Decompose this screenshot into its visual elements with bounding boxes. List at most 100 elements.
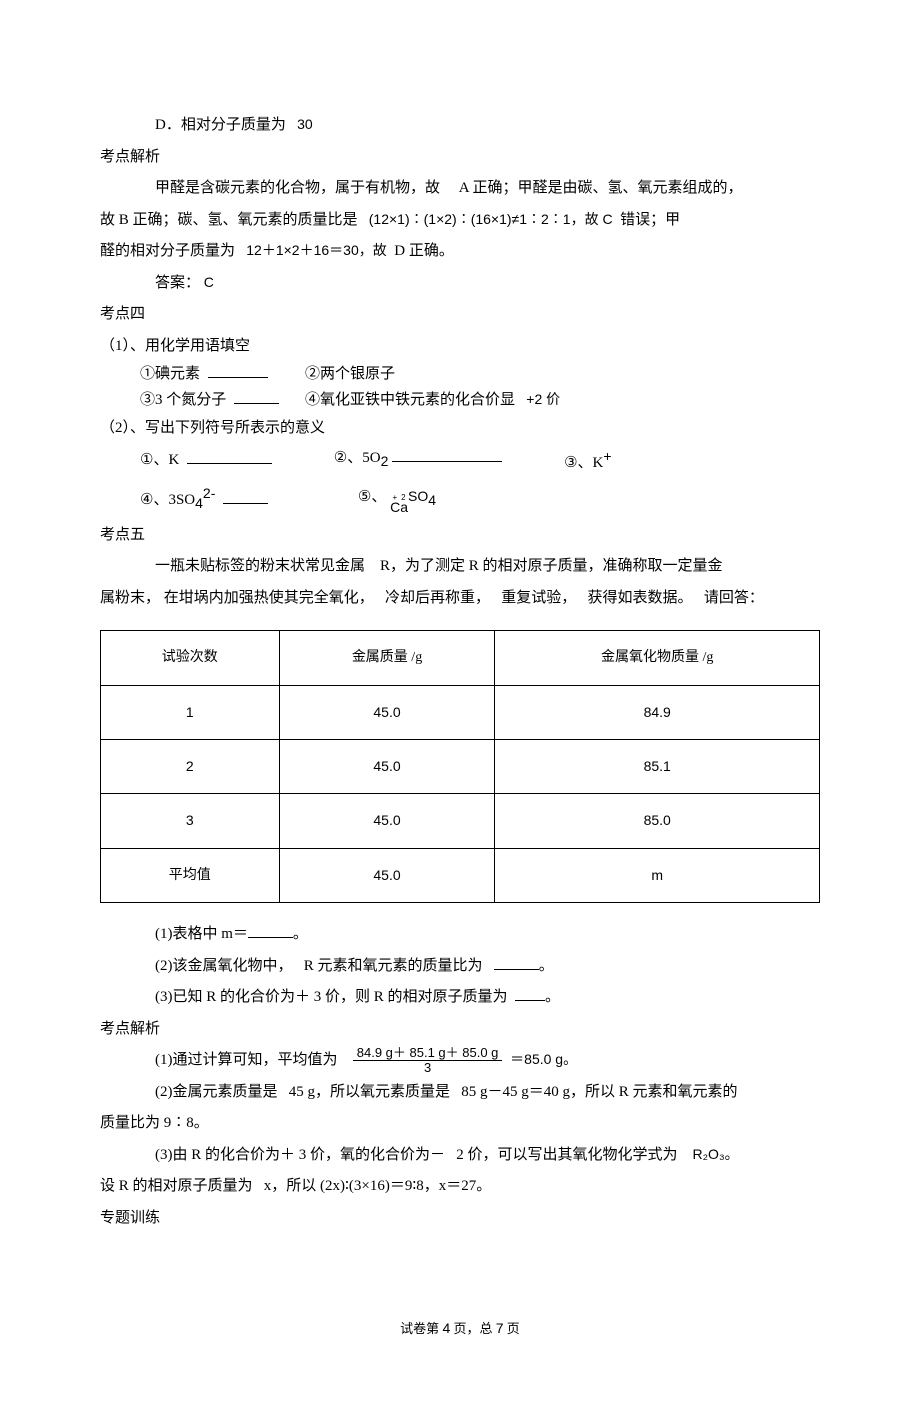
kp4-item2: ②两个银原子: [305, 366, 395, 382]
kp4-item4: ④氧化亚铁中铁元素的化合价显: [305, 392, 515, 408]
cell-oxide: m: [495, 848, 820, 902]
table-header-row: 试验次数 金属质量 /g 金属氧化物质量 /g: [101, 631, 820, 685]
q2-text-a: (2)该金属氧化物中，: [155, 958, 293, 974]
kp4-row3: ①、K ②、5O2 ③、K+: [100, 445, 820, 477]
answer-value: C: [204, 274, 214, 290]
kp4-item3: ③3 个氮分子: [140, 392, 226, 408]
table-header-2: 金属质量 /g: [279, 631, 495, 685]
ans2-b: 45 g，所以氧元素质量是: [289, 1084, 450, 1100]
answer-3-line2: 设 R 的相对原子质量为 x，所以 (2x)∶(3×16)＝9∶8，x＝27。: [100, 1171, 820, 1203]
section-heading-training: 专题训练: [100, 1203, 820, 1235]
section-heading-analysis: 考点解析: [100, 142, 820, 174]
kp5-line1: 一瓶未贴标签的粉末状常见金属 R，为了测定 R 的相对原子质量，准确称取一定量金: [100, 551, 820, 583]
section-heading-kp5-analysis: 考点解析: [100, 1014, 820, 1046]
ans3-e: x，所以 (2x)∶(3×16)＝9∶8，x＝27。: [264, 1178, 492, 1194]
kp5-text-2b: 冷却后再称重，: [385, 590, 490, 606]
ans3-d: 设 R 的相对原子质量为: [100, 1178, 253, 1194]
analysis-text-2c: 错误；甲: [620, 212, 680, 228]
kp4-item2-3-sup: +: [603, 448, 611, 464]
section-heading-kp4: 考点四: [100, 299, 820, 331]
ans3-b: 2 价，可以写出其氧化物化学式为: [456, 1147, 677, 1163]
kp4-item2-3-label: ③、K: [564, 455, 603, 471]
kp4-item2-5-label: ⑤、: [358, 489, 386, 505]
question-3: (3)已知 R 的化合价为＋ 3 价，则 R 的相对原子质量为 。: [100, 982, 820, 1014]
kp4-item2-4-sub: 4: [195, 495, 203, 511]
table-row: 3 45.0 85.0: [101, 794, 820, 848]
kp4-row1: ①碘元素 ②两个银原子: [100, 362, 820, 388]
kp5-text-2d: 获得如表数据。: [588, 590, 693, 606]
kp5-text-2a: 属粉末， 在坩埚内加强热使其完全氧化，: [100, 590, 374, 606]
cell-oxide: 85.0: [495, 794, 820, 848]
footer-a: 试卷第: [400, 1321, 439, 1336]
answer-label: 答案：: [155, 275, 200, 291]
footer-c: 页: [507, 1321, 520, 1336]
kp4-row2: ③3 个氮分子 ④氧化亚铁中铁元素的化合价显 +2 价: [100, 388, 820, 414]
answer-1-line: (1)通过计算可知，平均值为 84.9 g＋ 85.1 g＋ 85.0 g 3 …: [100, 1045, 820, 1077]
cell-trial: 2: [101, 740, 280, 794]
kp4-item4-val: +2 价: [526, 391, 560, 407]
ca-symbol: Ca: [390, 502, 408, 513]
fraction-num: 84.9 g＋ 85.1 g＋ 85.0 g: [353, 1046, 503, 1061]
so4-sub: 4: [428, 492, 436, 508]
so-symbol: SO: [408, 488, 428, 504]
fraction: 84.9 g＋ 85.1 g＋ 85.0 g 3: [353, 1046, 503, 1076]
table-header-1: 试验次数: [101, 631, 280, 685]
kp4-item2-1: ①、K: [140, 448, 272, 474]
analysis-text-1b: A 正确；甲醛是由碳、氢、氧元素组成的，: [459, 180, 743, 196]
footer-page: 4: [442, 1320, 450, 1336]
kp4-item2-3: ③、K+: [564, 445, 611, 477]
kp4-item2-1-label: ①、K: [140, 452, 179, 468]
table-header-3: 金属氧化物质量 /g: [495, 631, 820, 685]
cell-trial: 1: [101, 685, 280, 739]
kp4-item2-5: ⑤、 + 2 Ca SO4: [358, 485, 436, 513]
kp4-item2-2-sub: 2: [381, 453, 389, 469]
kp4-sub1: （1）、用化学用语填空: [100, 331, 820, 363]
kp4-item2-4-label: ④、3SO: [140, 492, 195, 508]
table-row: 2 45.0 85.1: [101, 740, 820, 794]
table-row: 平均值 45.0 m: [101, 848, 820, 902]
analysis-calc: 12＋1×2＋16＝30，故: [246, 242, 386, 258]
cell-oxide: 84.9: [495, 685, 820, 739]
kp4-item2-4: ④、3SO42-: [140, 482, 268, 516]
kp4-item2-2-label: ②、5O: [334, 450, 381, 466]
section-heading-kp5: 考点五: [100, 520, 820, 552]
ans3-a: (3)由 R 的化合价为＋ 3 价，氧的化合价为－: [155, 1147, 445, 1163]
analysis-ratio: (12×1)∶(1×2)∶(16×1)≠1∶2∶1，故 C: [369, 211, 613, 227]
question-1: (1)表格中 m＝。: [100, 919, 820, 951]
kp4-item1: ①碘元素: [140, 366, 200, 382]
cell-metal: 45.0: [279, 740, 495, 794]
data-table: 试验次数 金属质量 /g 金属氧化物质量 /g 1 45.0 84.9 2 45…: [100, 630, 820, 903]
q2-end: 。: [539, 958, 554, 974]
answer-2-line2: 质量比为 9∶8。: [100, 1108, 820, 1140]
cell-metal: 45.0: [279, 794, 495, 848]
q3-end: 。: [545, 989, 560, 1005]
option-d-label: D．相对分子质量为: [155, 117, 286, 133]
kp4-item2-2: ②、5O2: [334, 446, 502, 474]
analysis-line-3: 醛的相对分子质量为 12＋1×2＋16＝30，故 D 正确。: [100, 236, 820, 268]
cell-trial: 平均值: [101, 848, 280, 902]
footer-total: 7: [496, 1320, 504, 1336]
ans2-c: 85 g－45 g＝40 g，所以 R 元素和氧元素的: [461, 1084, 737, 1100]
q2-text-b: R 元素和氧元素的质量比为: [304, 958, 483, 974]
kp5-text-1b: R，为了测定 R 的相对原子质量，准确称取一定量金: [380, 558, 723, 574]
analysis-line-1: 甲醛是含碳元素的化合物，属于有机物，故 A 正确；甲醛是由碳、氢、氧元素组成的，: [100, 173, 820, 205]
question-2: (2)该金属氧化物中， R 元素和氧元素的质量比为 。: [100, 951, 820, 983]
analysis-text-3b: D 正确。: [394, 243, 454, 259]
footer-b: 页，总: [453, 1321, 492, 1336]
answer-line: 答案： C: [100, 268, 820, 300]
cell-metal: 45.0: [279, 848, 495, 902]
kp5-text-1a: 一瓶未贴标签的粉末状常见金属: [155, 558, 365, 574]
q1-end: 。: [293, 926, 308, 942]
table-row: 1 45.0 84.9: [101, 685, 820, 739]
fraction-den: 3: [353, 1061, 503, 1075]
cell-metal: 45.0: [279, 685, 495, 739]
option-d-value: 30: [297, 116, 313, 132]
answer-2-line1: (2)金属元素质量是 45 g，所以氧元素质量是 85 g－45 g＝40 g，…: [100, 1077, 820, 1109]
cell-trial: 3: [101, 794, 280, 848]
kp4-sub2: （2）、写出下列符号所表示的意义: [100, 413, 820, 445]
kp4-item2-4-sup: 2-: [203, 485, 215, 501]
ans1-prefix: (1)通过计算可知，平均值为: [155, 1052, 338, 1068]
ans1-suffix: ＝85.0 g。: [510, 1051, 577, 1067]
analysis-text-3a: 醛的相对分子质量为: [100, 243, 235, 259]
ca-annotated: + 2 Ca: [390, 495, 408, 513]
